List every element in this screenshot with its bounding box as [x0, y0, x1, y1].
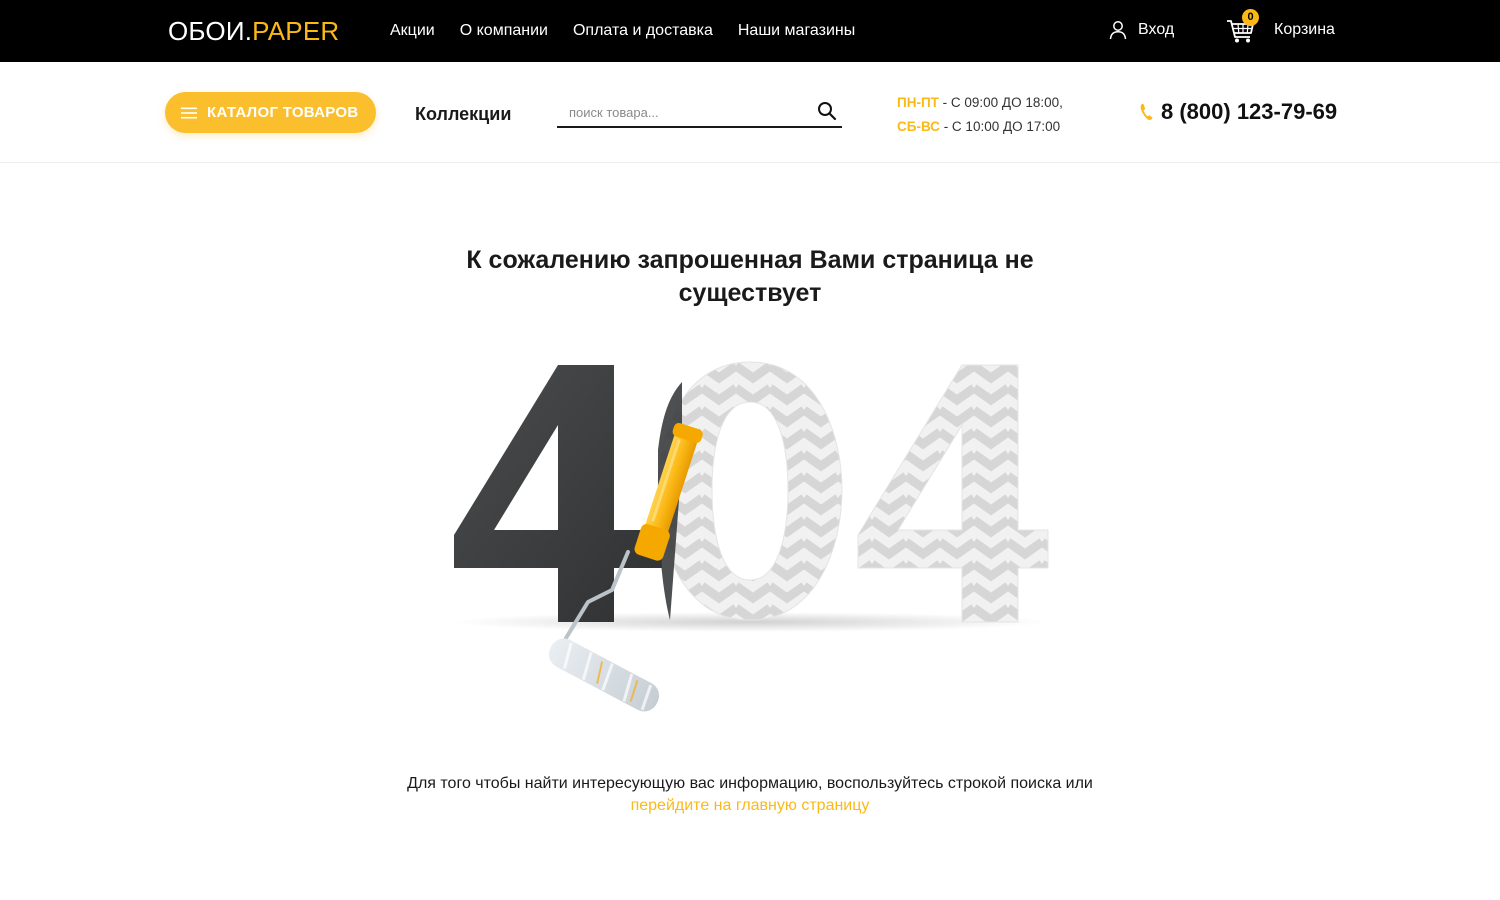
nav-item-about[interactable]: О компании: [460, 21, 548, 41]
hours-weekdays: ПН-ПТ - С 09:00 ДО 18:00,: [897, 91, 1063, 115]
top-navigation: Акции О компании Оплата и доставка Наши …: [390, 21, 855, 41]
digit-zero: [657, 361, 843, 621]
catalog-button[interactable]: КАТАЛОГ ТОВАРОВ: [165, 92, 376, 133]
secondary-header: КАТАЛОГ ТОВАРОВ Коллекции ПН-ПТ - С 09:0…: [0, 62, 1500, 163]
page-title: К сожалению запрошенная Вами страница не…: [466, 246, 1034, 307]
search-input[interactable]: [569, 102, 809, 122]
catalog-button-label: КАТАЛОГ ТОВАРОВ: [207, 103, 359, 121]
cart-link[interactable]: 0 Корзина: [1226, 9, 1335, 44]
digit-four-right: [857, 364, 1049, 623]
phone-number: 8 (800) 123-79-69: [1161, 99, 1338, 124]
nav-item-promotions[interactable]: Акции: [390, 21, 435, 41]
weekend-days: СБ-ВС: [897, 119, 940, 134]
home-page-link[interactable]: перейдите на главную страницу: [631, 797, 870, 814]
error-404-illustration: [430, 340, 1070, 720]
working-hours: ПН-ПТ - С 09:00 ДО 18:00, СБ-ВС - С 10:0…: [897, 91, 1063, 139]
login-link[interactable]: Вход: [1108, 20, 1174, 40]
hamburger-icon: [181, 107, 197, 118]
nav-item-stores[interactable]: Наши магазины: [738, 21, 855, 41]
site-logo[interactable]: ОБОИ.PAPER: [168, 16, 339, 46]
search-box: [557, 96, 842, 128]
search-button[interactable]: [816, 100, 838, 122]
cart-count-badge: 0: [1242, 9, 1259, 26]
top-bar: ОБОИ.PAPER Акции О компании Оплата и дос…: [0, 0, 1500, 62]
error-404-graphic: [450, 361, 1050, 712]
weekday-days: ПН-ПТ: [897, 95, 939, 110]
cart-label: Корзина: [1274, 21, 1335, 38]
weekday-time: - С 09:00 ДО 18:00,: [938, 95, 1063, 110]
logo-part-2: PAPER: [252, 16, 340, 46]
search-icon: [818, 102, 837, 121]
user-icon: [1109, 21, 1127, 40]
logo-part-1: ОБОИ.: [168, 16, 253, 46]
help-message-text: Для того чтобы найти интересующую вас ин…: [407, 775, 1093, 792]
collections-link[interactable]: Коллекции: [415, 103, 511, 125]
phone-link[interactable]: 8 (800) 123-79-69: [1140, 99, 1337, 125]
help-message: Для того чтобы найти интересующую вас ин…: [400, 773, 1100, 817]
digit-four-left: [454, 365, 662, 622]
nav-item-payment-delivery[interactable]: Оплата и доставка: [573, 21, 713, 41]
login-label: Вход: [1138, 21, 1175, 38]
hours-weekend: СБ-ВС - С 10:00 ДО 17:00: [897, 115, 1063, 139]
weekend-time: - С 10:00 ДО 17:00: [939, 119, 1061, 134]
phone-icon: [1140, 103, 1153, 121]
cart-icon-wrap: 0: [1226, 9, 1259, 44]
